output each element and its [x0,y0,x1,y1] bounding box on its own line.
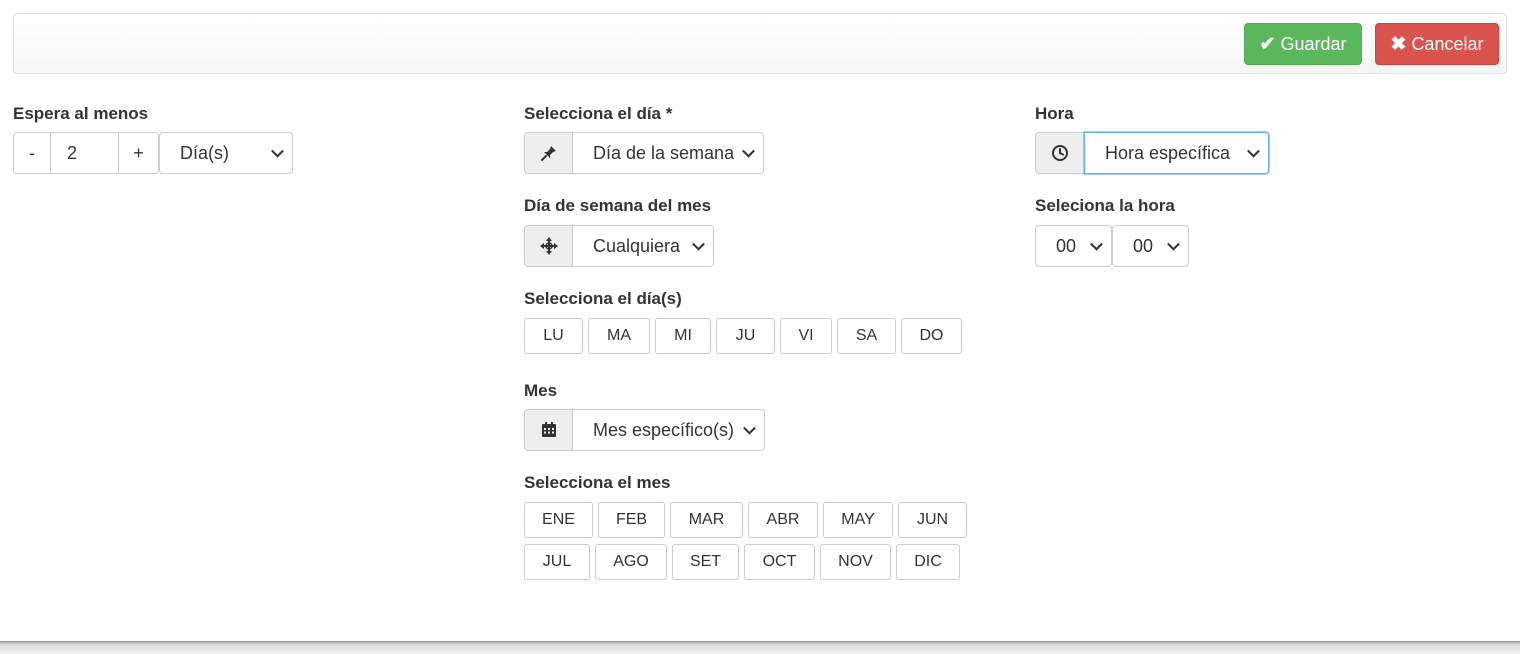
wait-value-input[interactable]: 2 [50,132,119,174]
month-chip-may[interactable]: MAY [823,502,893,538]
chevron-down-icon [271,144,284,158]
check-icon: ✔ [1259,33,1276,55]
day-mode-value: Día de la semana [593,142,735,163]
month-chip-ago[interactable]: AGO [595,544,667,580]
weekday-of-month-select[interactable]: Cualquiera [572,225,714,267]
move-icon [524,225,573,267]
month-mode-value: Mes específico(s) [593,419,735,440]
time-mode-label: Hora [1035,104,1074,123]
bottom-edge [0,641,1520,654]
chevron-down-icon [1247,144,1260,158]
month-chip-abr[interactable]: ABR [748,502,818,538]
clock-icon [1035,132,1084,174]
month-chip-jul[interactable]: JUL [524,544,590,580]
day-chip-ma[interactable]: MA [588,318,650,354]
day-chip-vi[interactable]: VI [780,318,832,354]
month-chip-feb[interactable]: FEB [598,502,665,538]
save-button[interactable]: ✔ Guardar [1244,23,1362,65]
x-icon: ✖ [1390,33,1407,55]
month-chip-set[interactable]: SET [672,544,739,580]
top-toolbar: ✔ Guardar ✖ Cancelar [13,13,1507,74]
day-mode-select[interactable]: Día de la semana [572,132,764,174]
month-chip-jun[interactable]: JUN [898,502,967,538]
decrement-button[interactable]: - [13,132,51,174]
month-mode-label: Mes [524,381,558,400]
month-chip-dic[interactable]: DIC [896,544,960,580]
wait-unit-select[interactable]: Día(s) [159,132,293,174]
day-chip-do[interactable]: DO [901,318,962,354]
day-chip-lu[interactable]: LU [524,318,583,354]
chevron-down-icon [743,421,756,435]
chevron-down-icon [1090,237,1103,251]
hour-select[interactable]: 00 [1035,225,1112,267]
chevron-down-icon [1167,237,1180,251]
wait-label: Espera al menos [13,104,149,123]
hour-value: 00 [1056,235,1077,256]
cancel-button[interactable]: ✖ Cancelar [1375,23,1499,65]
pin-icon [524,132,573,174]
wait-unit-value: Día(s) [180,142,229,163]
chevron-down-icon [692,237,705,251]
weekday-of-month-value: Cualquiera [593,235,681,256]
day-chip-ju[interactable]: JU [716,318,775,354]
increment-button[interactable]: + [118,132,159,174]
day-chip-sa[interactable]: SA [837,318,896,354]
month-chip-ene[interactable]: ENE [524,502,593,538]
month-mode-select[interactable]: Mes específico(s) [572,409,765,451]
minute-value: 00 [1133,235,1154,256]
time-select-label: Seleciona la hora [1035,196,1175,215]
save-label: Guardar [1280,33,1347,54]
month-select-label: Selecciona el mes [524,473,671,492]
time-mode-value: Hora específica [1105,142,1231,163]
month-chip-nov[interactable]: NOV [820,544,891,580]
time-mode-select[interactable]: Hora específica [1084,132,1269,174]
day-chip-mi[interactable]: MI [655,318,711,354]
days-label: Selecciona el día(s) [524,289,682,308]
cancel-label: Cancelar [1411,33,1484,54]
chevron-down-icon [742,144,755,158]
day-mode-label: Selecciona el día * [524,104,673,123]
calendar-icon [524,409,573,451]
minute-select[interactable]: 00 [1112,225,1189,267]
weekday-of-month-label: Día de semana del mes [524,196,712,215]
month-chip-oct[interactable]: OCT [744,544,815,580]
month-chip-mar[interactable]: MAR [670,502,743,538]
